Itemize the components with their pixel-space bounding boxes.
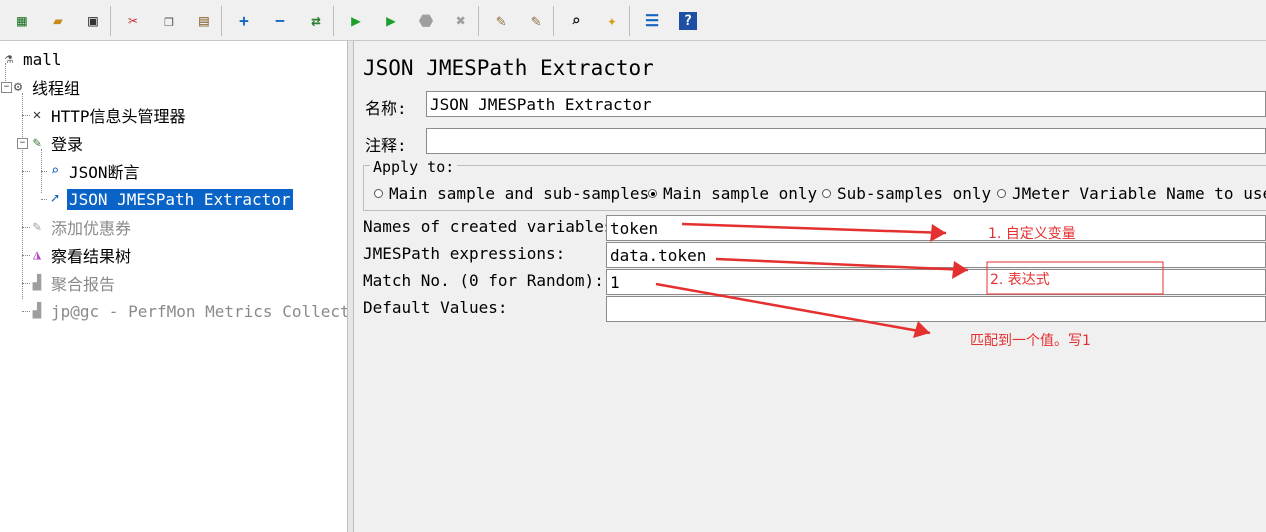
annotation-arrowhead-3 bbox=[913, 321, 930, 338]
annotation-arrow-1 bbox=[681, 222, 947, 235]
annotation-overlay bbox=[655, 222, 1164, 338]
annotation-arrowhead-1 bbox=[930, 224, 946, 242]
annotation-arrow-3 bbox=[655, 282, 931, 335]
annotation-note-expression: 2. 表达式 bbox=[990, 272, 1050, 288]
annotation-note-variable: 1. 自定义变量 bbox=[988, 226, 1076, 242]
annotation-arrow-2 bbox=[715, 257, 969, 272]
annotation-arrowhead-2 bbox=[952, 261, 968, 279]
annotation-note-match: 匹配到一个值。写1 bbox=[970, 333, 1091, 349]
